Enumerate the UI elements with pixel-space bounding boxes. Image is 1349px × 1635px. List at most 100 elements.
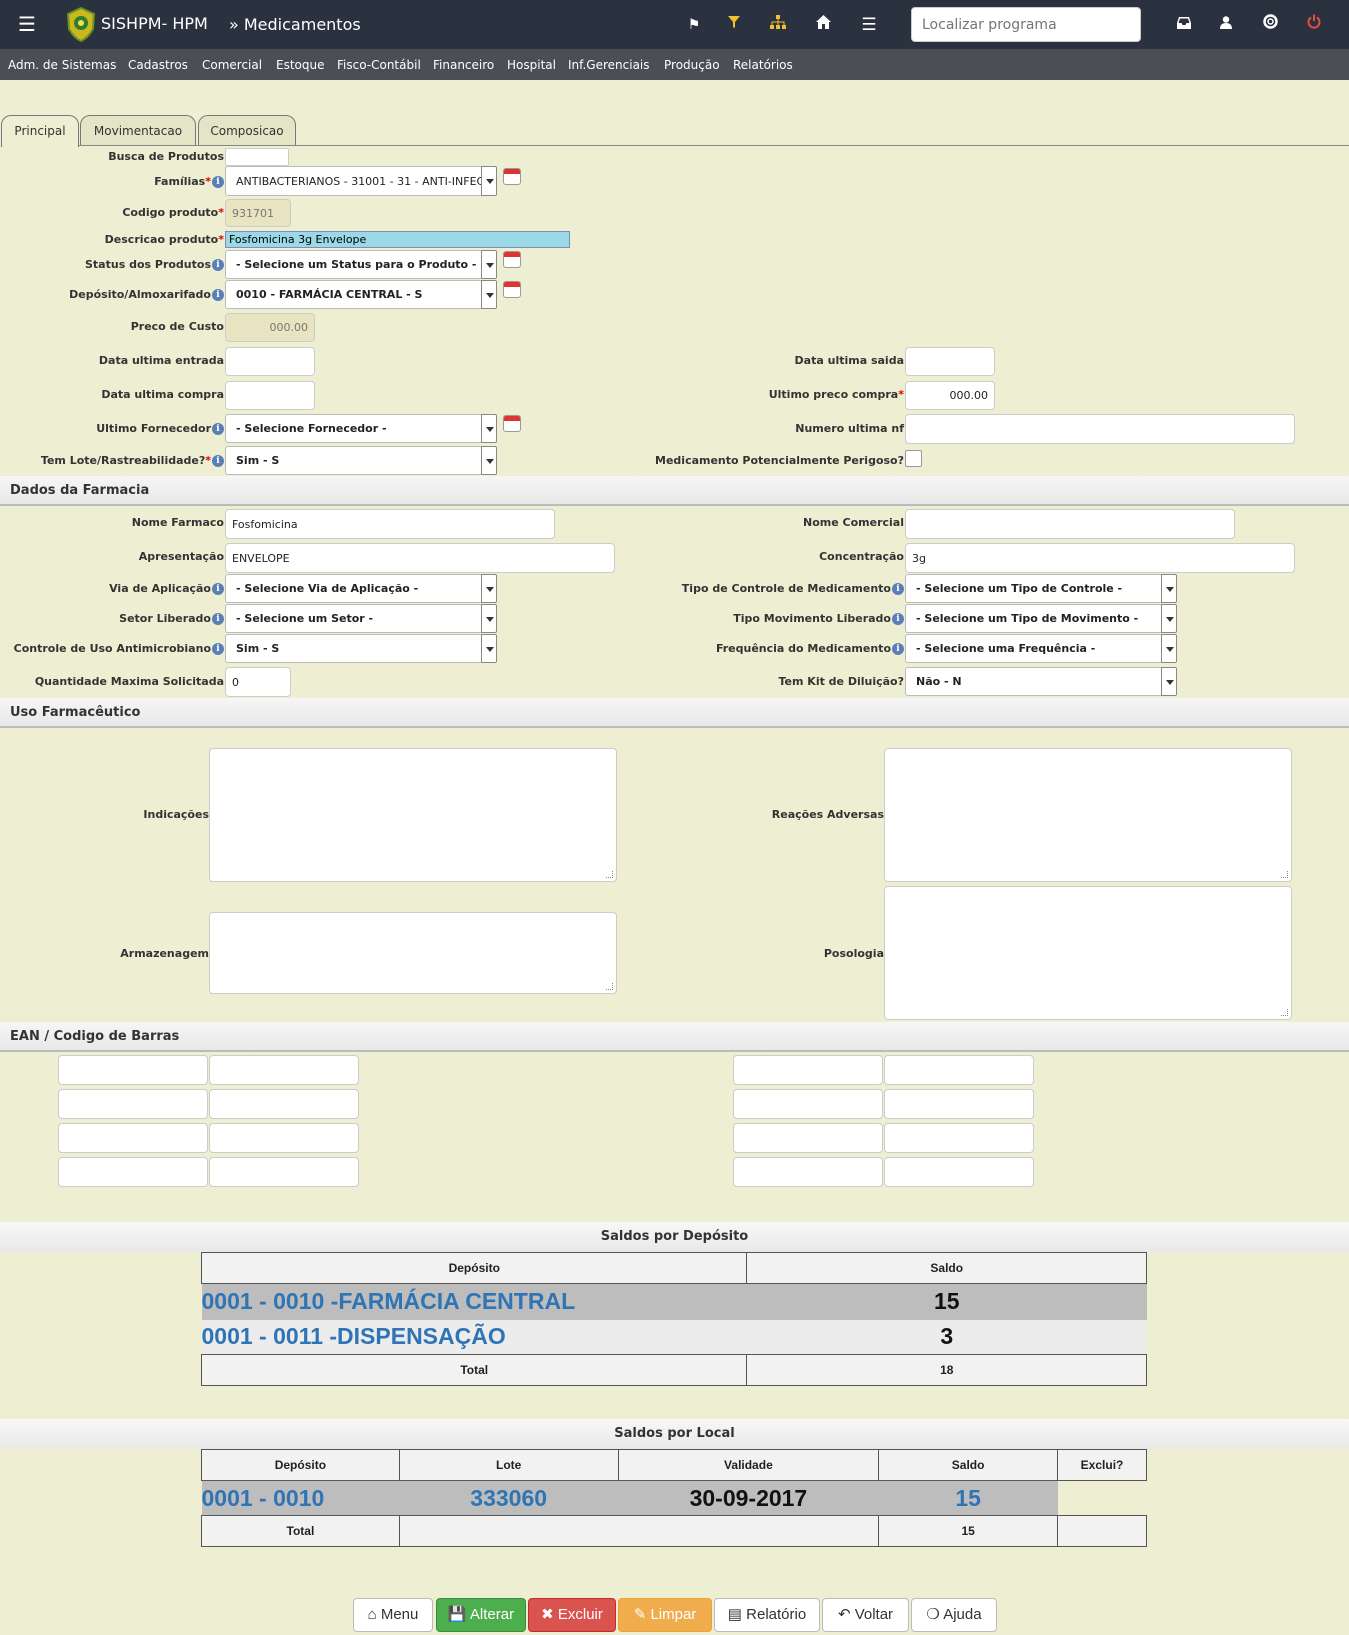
chevron-down-icon[interactable] — [1161, 634, 1177, 663]
info-icon[interactable]: i — [892, 643, 904, 655]
posologia-textarea[interactable] — [884, 886, 1292, 1020]
alterar-button[interactable]: 💾 Alterar — [436, 1598, 526, 1632]
menu-item-comercial[interactable]: Comercial — [202, 58, 262, 72]
ultimo-preco-field[interactable]: 000.00 — [905, 381, 995, 410]
chevron-down-icon[interactable] — [1161, 604, 1177, 633]
chevron-down-icon[interactable] — [481, 280, 497, 309]
ean-field[interactable] — [58, 1055, 208, 1085]
filter-icon[interactable] — [723, 14, 745, 36]
inbox-icon[interactable] — [1173, 14, 1195, 36]
busca-input[interactable] — [225, 148, 289, 166]
col-header-validade[interactable]: Validade — [617, 1449, 880, 1481]
frequencia-select[interactable]: - Selecione uma Frequência - — [905, 634, 1163, 663]
apresentacao-field[interactable]: ENVELOPE — [225, 543, 615, 573]
via-select[interactable]: - Selecione Via de Aplicação - — [225, 574, 483, 603]
calendar-icon[interactable] — [503, 251, 521, 268]
translate-icon[interactable]: ⚑ — [683, 14, 705, 36]
calendar-icon[interactable] — [503, 281, 521, 298]
menu-item-financeiro[interactable]: Financeiro — [433, 58, 494, 72]
ean-field[interactable] — [884, 1123, 1034, 1153]
info-icon[interactable]: i — [212, 583, 224, 595]
sitemap-icon[interactable] — [767, 14, 789, 36]
chevron-down-icon[interactable] — [1161, 667, 1177, 696]
menu-button[interactable]: ⌂ Menu — [353, 1598, 433, 1632]
tipo-mov-select[interactable]: - Selecione um Tipo de Movimento - — [905, 604, 1163, 633]
ean-field[interactable] — [884, 1157, 1034, 1187]
fornecedor-select[interactable]: - Selecione Fornecedor - — [225, 414, 483, 443]
preco-custo-field[interactable]: 000.00 — [225, 313, 315, 342]
chevron-down-icon[interactable] — [481, 166, 497, 196]
ean-field[interactable] — [209, 1089, 359, 1119]
deposito-select[interactable]: 0010 - FARMÁCIA CENTRAL - S — [225, 280, 483, 309]
numero-nf-field[interactable] — [905, 414, 1295, 444]
col-header-exclui[interactable]: Exclui? — [1057, 1449, 1147, 1481]
tab-composicao[interactable]: Composicao — [198, 115, 296, 146]
lote-select[interactable]: Sim - S — [225, 446, 483, 475]
list-icon[interactable]: ☰ — [858, 14, 880, 36]
ean-field[interactable] — [58, 1157, 208, 1187]
deposito-link[interactable]: 0001 - 0011 -DISPENSAÇÃO — [201, 1319, 747, 1355]
voltar-button[interactable]: ↶ Voltar — [822, 1598, 909, 1632]
armazenagem-textarea[interactable] — [209, 912, 617, 994]
info-icon[interactable]: i — [212, 613, 224, 625]
info-icon[interactable]: i — [892, 583, 904, 595]
ean-field[interactable] — [733, 1157, 883, 1187]
menu-item-adm-sistemas[interactable]: Adm. de Sistemas — [8, 58, 116, 72]
nome-comercial-field[interactable] — [905, 509, 1235, 539]
menu-item-producao[interactable]: Produção — [664, 58, 720, 72]
ean-field[interactable] — [209, 1055, 359, 1085]
reacoes-textarea[interactable] — [884, 748, 1292, 882]
ajuda-button[interactable]: ❍ Ajuda — [911, 1598, 997, 1632]
power-icon[interactable] — [1303, 14, 1325, 36]
tab-principal[interactable]: Principal — [1, 115, 79, 147]
setor-select[interactable]: - Selecione um Setor - — [225, 604, 483, 633]
limpar-button[interactable]: ✎ Limpar — [618, 1598, 712, 1632]
info-icon[interactable]: i — [892, 613, 904, 625]
chevron-down-icon[interactable] — [481, 250, 497, 279]
calendar-icon[interactable] — [503, 415, 521, 432]
col-header-lote[interactable]: Lote — [398, 1449, 619, 1481]
ean-field[interactable] — [733, 1055, 883, 1085]
info-icon[interactable]: i — [212, 643, 224, 655]
col-header-saldo[interactable]: Saldo — [878, 1449, 1059, 1481]
col-header-saldo[interactable]: Saldo — [746, 1252, 1147, 1284]
excluir-button[interactable]: ✖ Excluir — [528, 1598, 616, 1632]
ean-field[interactable] — [733, 1089, 883, 1119]
ean-field[interactable] — [209, 1157, 359, 1187]
home-icon[interactable] — [812, 14, 834, 36]
menu-item-hospital[interactable]: Hospital — [507, 58, 556, 72]
search-input[interactable] — [911, 7, 1141, 42]
qtd-max-field[interactable]: 0 — [225, 667, 291, 697]
chevron-down-icon[interactable] — [481, 574, 497, 603]
relatorio-button[interactable]: ▤ Relatório — [714, 1598, 820, 1632]
ean-field[interactable] — [884, 1055, 1034, 1085]
indicacoes-textarea[interactable] — [209, 748, 617, 882]
col-header-deposito[interactable]: Depósito — [200, 1252, 748, 1284]
chevron-down-icon[interactable] — [481, 414, 497, 443]
info-icon[interactable]: i — [212, 289, 224, 301]
ean-field[interactable] — [58, 1123, 208, 1153]
status-select[interactable]: - Selecione um Status para o Produto - — [225, 250, 483, 279]
saldo-link[interactable]: 15 — [878, 1480, 1058, 1516]
deposito-link[interactable]: 0001 - 0010 — [201, 1480, 400, 1516]
info-icon[interactable]: i — [212, 423, 224, 435]
ean-field[interactable] — [58, 1089, 208, 1119]
chevron-down-icon[interactable] — [1161, 574, 1177, 603]
col-header-deposito[interactable]: Depósito — [201, 1449, 400, 1481]
menu-item-estoque[interactable]: Estoque — [276, 58, 325, 72]
ean-field[interactable] — [733, 1123, 883, 1153]
lote-link[interactable]: 333060 — [399, 1480, 619, 1516]
tab-movimentacao[interactable]: Movimentacao — [80, 115, 196, 146]
user-icon[interactable] — [1215, 14, 1237, 36]
descricao-field[interactable]: Fosfomicina 3g Envelope — [225, 231, 570, 248]
menu-item-cadastros[interactable]: Cadastros — [128, 58, 188, 72]
menu-item-fisco-contabil[interactable]: Fisco-Contábil — [337, 58, 421, 72]
hamburger-menu-icon[interactable]: ☰ — [14, 12, 40, 36]
chevron-down-icon[interactable] — [481, 634, 497, 663]
concentracao-field[interactable]: 3g — [905, 543, 1295, 573]
data-entrada-field[interactable] — [225, 347, 315, 376]
chevron-down-icon[interactable] — [481, 446, 497, 475]
tipo-controle-select[interactable]: - Selecione um Tipo de Controle - — [905, 574, 1163, 603]
ean-field[interactable] — [209, 1123, 359, 1153]
chevron-down-icon[interactable] — [481, 604, 497, 633]
